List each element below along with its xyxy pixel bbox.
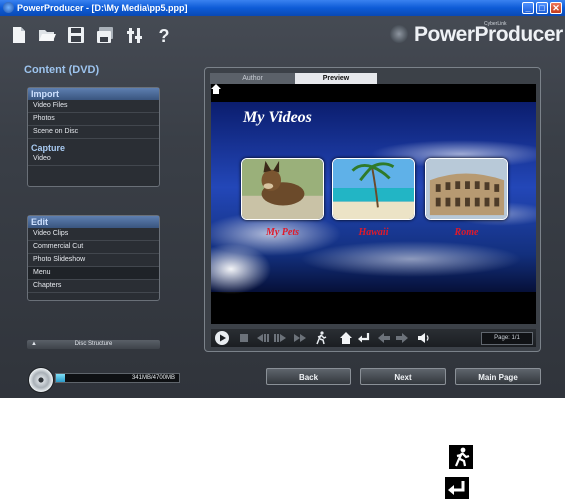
edit-panel: Edit Video Clips Commercial Cut Photo Sl… <box>27 215 160 301</box>
sidebar-item-scene-on-disc[interactable]: Scene on Disc <box>28 126 159 139</box>
title-bar: PowerProducer - [D:\My Media\pp5.ppp] _ … <box>0 0 565 16</box>
logo-text: PowerProducer <box>414 23 563 46</box>
main-page-button[interactable]: Main Page <box>455 368 541 385</box>
app-icon <box>3 2 14 13</box>
logo: CyberLink PowerProducer <box>388 21 563 48</box>
sidebar-item-photo-slideshow[interactable]: Photo Slideshow <box>28 254 159 267</box>
page-indicator: Page: 1/1 <box>481 332 533 345</box>
close-button[interactable]: ✕ <box>550 2 562 14</box>
colosseum-photo <box>426 159 507 219</box>
sidebar-item-video-clips[interactable]: Video Clips <box>28 228 159 241</box>
content-title: Content (DVD) <box>24 64 100 76</box>
tab-author[interactable]: Author <box>210 73 295 84</box>
menu-title: My Videos <box>243 109 312 126</box>
new-file-icon[interactable] <box>10 26 28 44</box>
disc-capacity-bar: 341MB/4700MB <box>55 373 180 383</box>
thumbnail-my-pets[interactable] <box>241 158 324 220</box>
stop-icon[interactable] <box>239 331 249 345</box>
application-window: PowerProducer - [D:\My Media\pp5.ppp] _ … <box>0 0 565 398</box>
window-title: PowerProducer - [D:\My Media\pp5.ppp] <box>17 3 188 13</box>
sidebar-item-chapters[interactable]: Chapters <box>28 280 159 293</box>
beach-photo <box>333 159 414 219</box>
next-frame-icon[interactable] <box>274 331 288 345</box>
thumbnail-hawaii[interactable] <box>332 158 415 220</box>
disc-capacity-fill <box>56 374 65 382</box>
disc-structure-label: Disc Structure <box>74 341 113 347</box>
volume-icon[interactable] <box>417 331 431 345</box>
dog-photo <box>242 159 323 219</box>
sidebar-item-menu[interactable]: Menu <box>28 267 159 280</box>
home-icon[interactable] <box>211 84 221 94</box>
settings-icon[interactable] <box>126 26 144 44</box>
exit-walk-icon[interactable] <box>315 331 327 345</box>
exit-walk-legend-icon <box>449 445 473 469</box>
previous-frame-icon[interactable] <box>255 331 269 345</box>
disc-capacity-text: 341MB/4700MB <box>131 375 175 381</box>
disc-structure-button[interactable]: ▲ Disc Structure <box>27 340 160 349</box>
minimize-button[interactable]: _ <box>522 2 534 14</box>
back-button[interactable]: Back <box>266 368 351 385</box>
arrow-left-icon[interactable] <box>377 331 391 345</box>
dvd-menu-preview[interactable]: My Videos My Pets Hawaii Rome <box>211 84 536 324</box>
menu-home-icon[interactable] <box>339 331 353 345</box>
fast-forward-icon[interactable] <box>293 331 307 345</box>
edit-header: Edit <box>28 216 159 228</box>
sidebar-item-photos[interactable]: Photos <box>28 113 159 126</box>
capture-header: Capture <box>31 143 66 153</box>
arrow-right-icon[interactable] <box>395 331 409 345</box>
save-icon[interactable] <box>67 26 85 44</box>
tab-preview[interactable]: Preview <box>295 73 377 84</box>
thumbnail-rome[interactable] <box>425 158 508 220</box>
logo-disc-icon <box>390 25 408 43</box>
open-folder-icon[interactable] <box>38 26 56 44</box>
maximize-button[interactable]: □ <box>536 2 548 14</box>
import-capture-panel: Import Video Files Photos Scene on Disc … <box>27 87 160 187</box>
disc-icon <box>28 367 54 393</box>
sidebar-item-commercial-cut[interactable]: Commercial Cut <box>28 241 159 254</box>
svg-text:?: ? <box>159 26 170 44</box>
return-legend-icon <box>445 477 469 499</box>
triangle-up-icon: ▲ <box>31 341 37 347</box>
save-as-icon[interactable] <box>96 26 114 44</box>
return-icon[interactable] <box>357 331 371 345</box>
next-button[interactable]: Next <box>360 368 446 385</box>
play-icon[interactable] <box>214 331 230 345</box>
sidebar-item-video-files[interactable]: Video Files <box>28 100 159 113</box>
caption-hawaii[interactable]: Hawaii <box>332 227 415 238</box>
sidebar-item-video[interactable]: Video <box>28 153 159 166</box>
import-header: Import <box>28 88 159 100</box>
playback-control-bar: Page: 1/1 <box>211 329 536 347</box>
help-icon[interactable]: ? <box>155 26 173 44</box>
preview-panel: Author Preview My Videos My Pets Hawaii … <box>204 67 541 352</box>
caption-my-pets[interactable]: My Pets <box>241 227 324 238</box>
caption-rome[interactable]: Rome <box>425 227 508 238</box>
